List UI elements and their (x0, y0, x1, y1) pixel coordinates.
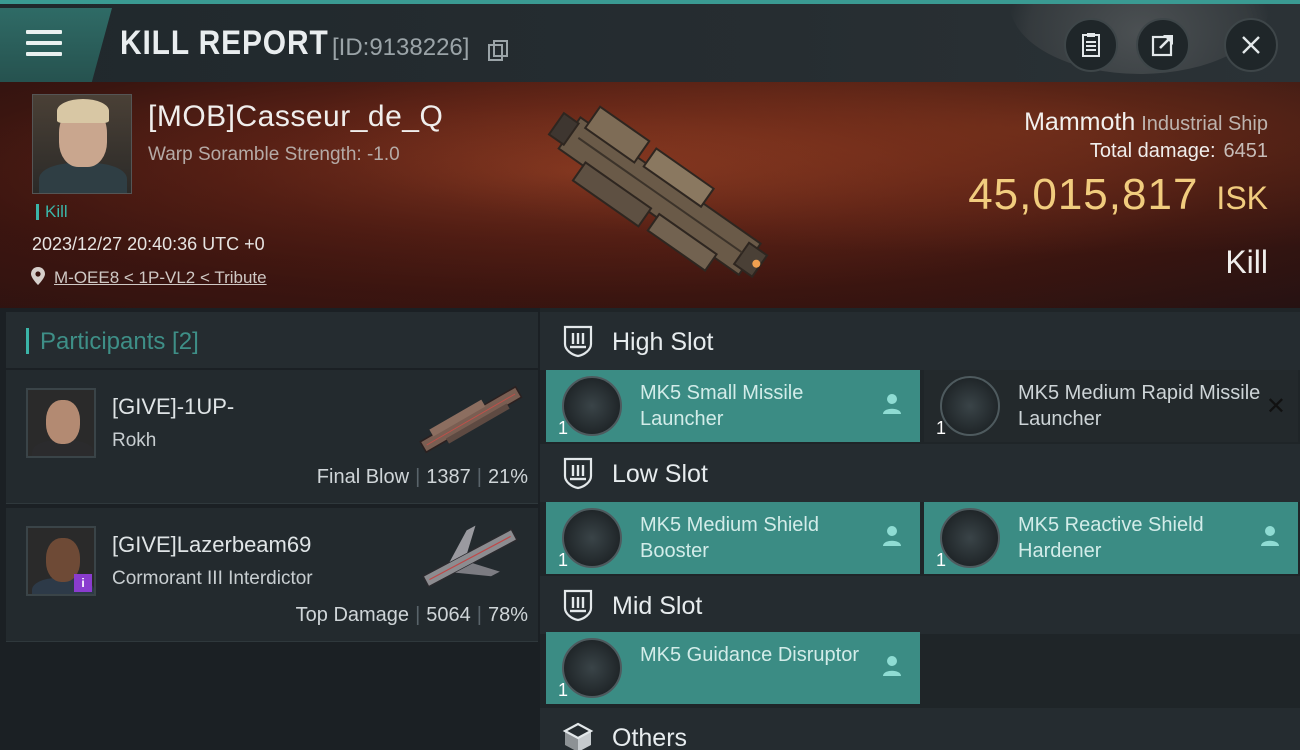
location-link[interactable]: M-OEE8 < 1P-VL2 < Tribute (54, 268, 267, 288)
participant-ship-image (419, 385, 523, 454)
module-name: MK5 Reactive Shield Hardener (1018, 514, 1204, 562)
clipboard-icon (1082, 33, 1100, 57)
module-icon (562, 508, 622, 568)
info-badge-icon: i (74, 574, 92, 592)
share-icon (1151, 35, 1173, 57)
top-bar: KILL REPORT [ID:9138226] (0, 0, 1300, 82)
fitted-module[interactable]: 1 MK5 Small Missile Launcher (546, 370, 920, 442)
module-icon (562, 638, 622, 698)
low-slot-label: Low Slot (612, 460, 708, 488)
kill-tag: Kill (36, 203, 68, 220)
participant-ship: Cormorant III Interdictor (112, 568, 313, 589)
module-name: MK5 Guidance Disruptor (640, 644, 859, 666)
total-damage-label: Total damage: (1089, 140, 1216, 162)
fitted-module[interactable]: 1 MK5 Reactive Shield Hardener (924, 502, 1298, 574)
participant-role: Final Blow (316, 466, 410, 488)
victim-ship-name[interactable]: Mammoth (1024, 108, 1135, 136)
low-slot-header: Low Slot (540, 444, 1300, 502)
person-icon (883, 656, 901, 676)
low-slot-icon (563, 457, 593, 490)
participant-avatar[interactable]: i (26, 526, 96, 596)
timestamp: 2023/12/27 20:40:36 UTC +0 (32, 234, 265, 254)
fitted-module[interactable]: 1 MK5 Medium Shield Booster (546, 502, 920, 574)
module-quantity: 1 (558, 680, 569, 700)
victim-ship-image (547, 105, 769, 279)
participant-damage: 1387 (426, 466, 471, 488)
close-icon[interactable]: ✕ (1266, 392, 1286, 421)
clipboard-button[interactable] (1064, 18, 1118, 72)
close-button[interactable] (1224, 18, 1278, 72)
participant-ship: Rokh (112, 430, 157, 451)
page-title: KILL REPORT (120, 24, 329, 62)
participant-percent: 21% (487, 466, 528, 488)
cube-icon (562, 722, 594, 750)
module-quantity: 1 (936, 418, 947, 438)
isk-amount: 45,015,817 (968, 170, 1199, 219)
person-icon (883, 394, 901, 414)
participant-damage: 5064 (426, 604, 471, 626)
total-damage-value: 6451 (1223, 140, 1269, 162)
participant-ship-image (422, 525, 518, 588)
victim-pilot-name[interactable]: [MOB]Casseur_de_Q (148, 100, 443, 134)
participant-name: [GIVE]-1UP- (112, 394, 235, 419)
participant-stats: Final Blow | 1387 | 21% (316, 466, 528, 488)
mid-slot-icon (563, 589, 593, 622)
victim-ship-class: Industrial Ship (1141, 113, 1268, 135)
hamburger-icon (26, 30, 62, 60)
fitted-module[interactable]: 1 MK5 Medium Rapid Missile Launcher ✕ (924, 370, 1298, 442)
participant-row[interactable]: i [GIVE]Lazerbeam69 Cormorant III Interd… (6, 508, 538, 642)
module-name: MK5 Medium Rapid Missile Launcher (1018, 382, 1261, 430)
module-quantity: 1 (558, 418, 569, 438)
participant-name: [GIVE]Lazerbeam69 (112, 532, 312, 557)
person-icon (883, 526, 901, 546)
module-quantity: 1 (936, 550, 947, 570)
warp-scramble-strength: Warp Soramble Strength: -1.0 (148, 144, 400, 165)
participant-role: Top Damage (295, 604, 410, 626)
mid-slot-header: Mid Slot (540, 576, 1300, 634)
report-id: [ID:9138226] (332, 34, 470, 61)
participants-label: Participants [2] (40, 328, 199, 355)
kill-result: Kill (1225, 244, 1268, 280)
others-header: Others (540, 708, 1300, 750)
high-slot-icon (563, 325, 593, 358)
others-label: Others (612, 724, 688, 750)
module-icon (940, 508, 1000, 568)
high-slot-header: High Slot (540, 312, 1300, 370)
participant-percent: 78% (487, 604, 528, 626)
mid-slot-label: Mid Slot (612, 592, 703, 620)
victim-ship: Mammoth Industrial Ship (1024, 108, 1268, 137)
location-pin-icon (31, 267, 45, 285)
module-icon (562, 376, 622, 436)
participants-header: Participants [2] (6, 312, 538, 368)
person-icon (1261, 526, 1279, 546)
share-button[interactable] (1136, 18, 1190, 72)
total-damage: Total damage: 6451 (1090, 140, 1268, 163)
menu-button[interactable] (0, 8, 112, 82)
module-icon (940, 376, 1000, 436)
module-name: MK5 Small Missile Launcher (640, 382, 804, 430)
fitting-panel: High Slot 1 MK5 Small Missile Launcher 1… (540, 308, 1300, 750)
participant-row[interactable]: [GIVE]-1UP- Rokh Final Blow | 1387 | 21% (6, 370, 538, 504)
module-name: MK5 Medium Shield Booster (640, 514, 819, 562)
copy-icon[interactable] (488, 40, 508, 61)
fitted-module[interactable]: 1 MK5 Guidance Disruptor (546, 632, 920, 704)
high-slot-label: High Slot (612, 328, 714, 356)
participant-stats: Top Damage | 5064 | 78% (295, 604, 528, 626)
isk-unit: ISK (1216, 180, 1268, 216)
module-quantity: 1 (558, 550, 569, 570)
victim-banner: [MOB]Casseur_de_Q Warp Soramble Strength… (0, 82, 1300, 308)
close-icon (1242, 36, 1260, 54)
victim-avatar[interactable] (32, 94, 132, 194)
header-accent-bar (26, 328, 29, 354)
isk-value: 45,015,817 ISK (968, 170, 1268, 220)
participant-avatar[interactable] (26, 388, 96, 458)
participants-panel: Participants [2] [GIVE]-1UP- Rokh Final … (0, 308, 540, 750)
